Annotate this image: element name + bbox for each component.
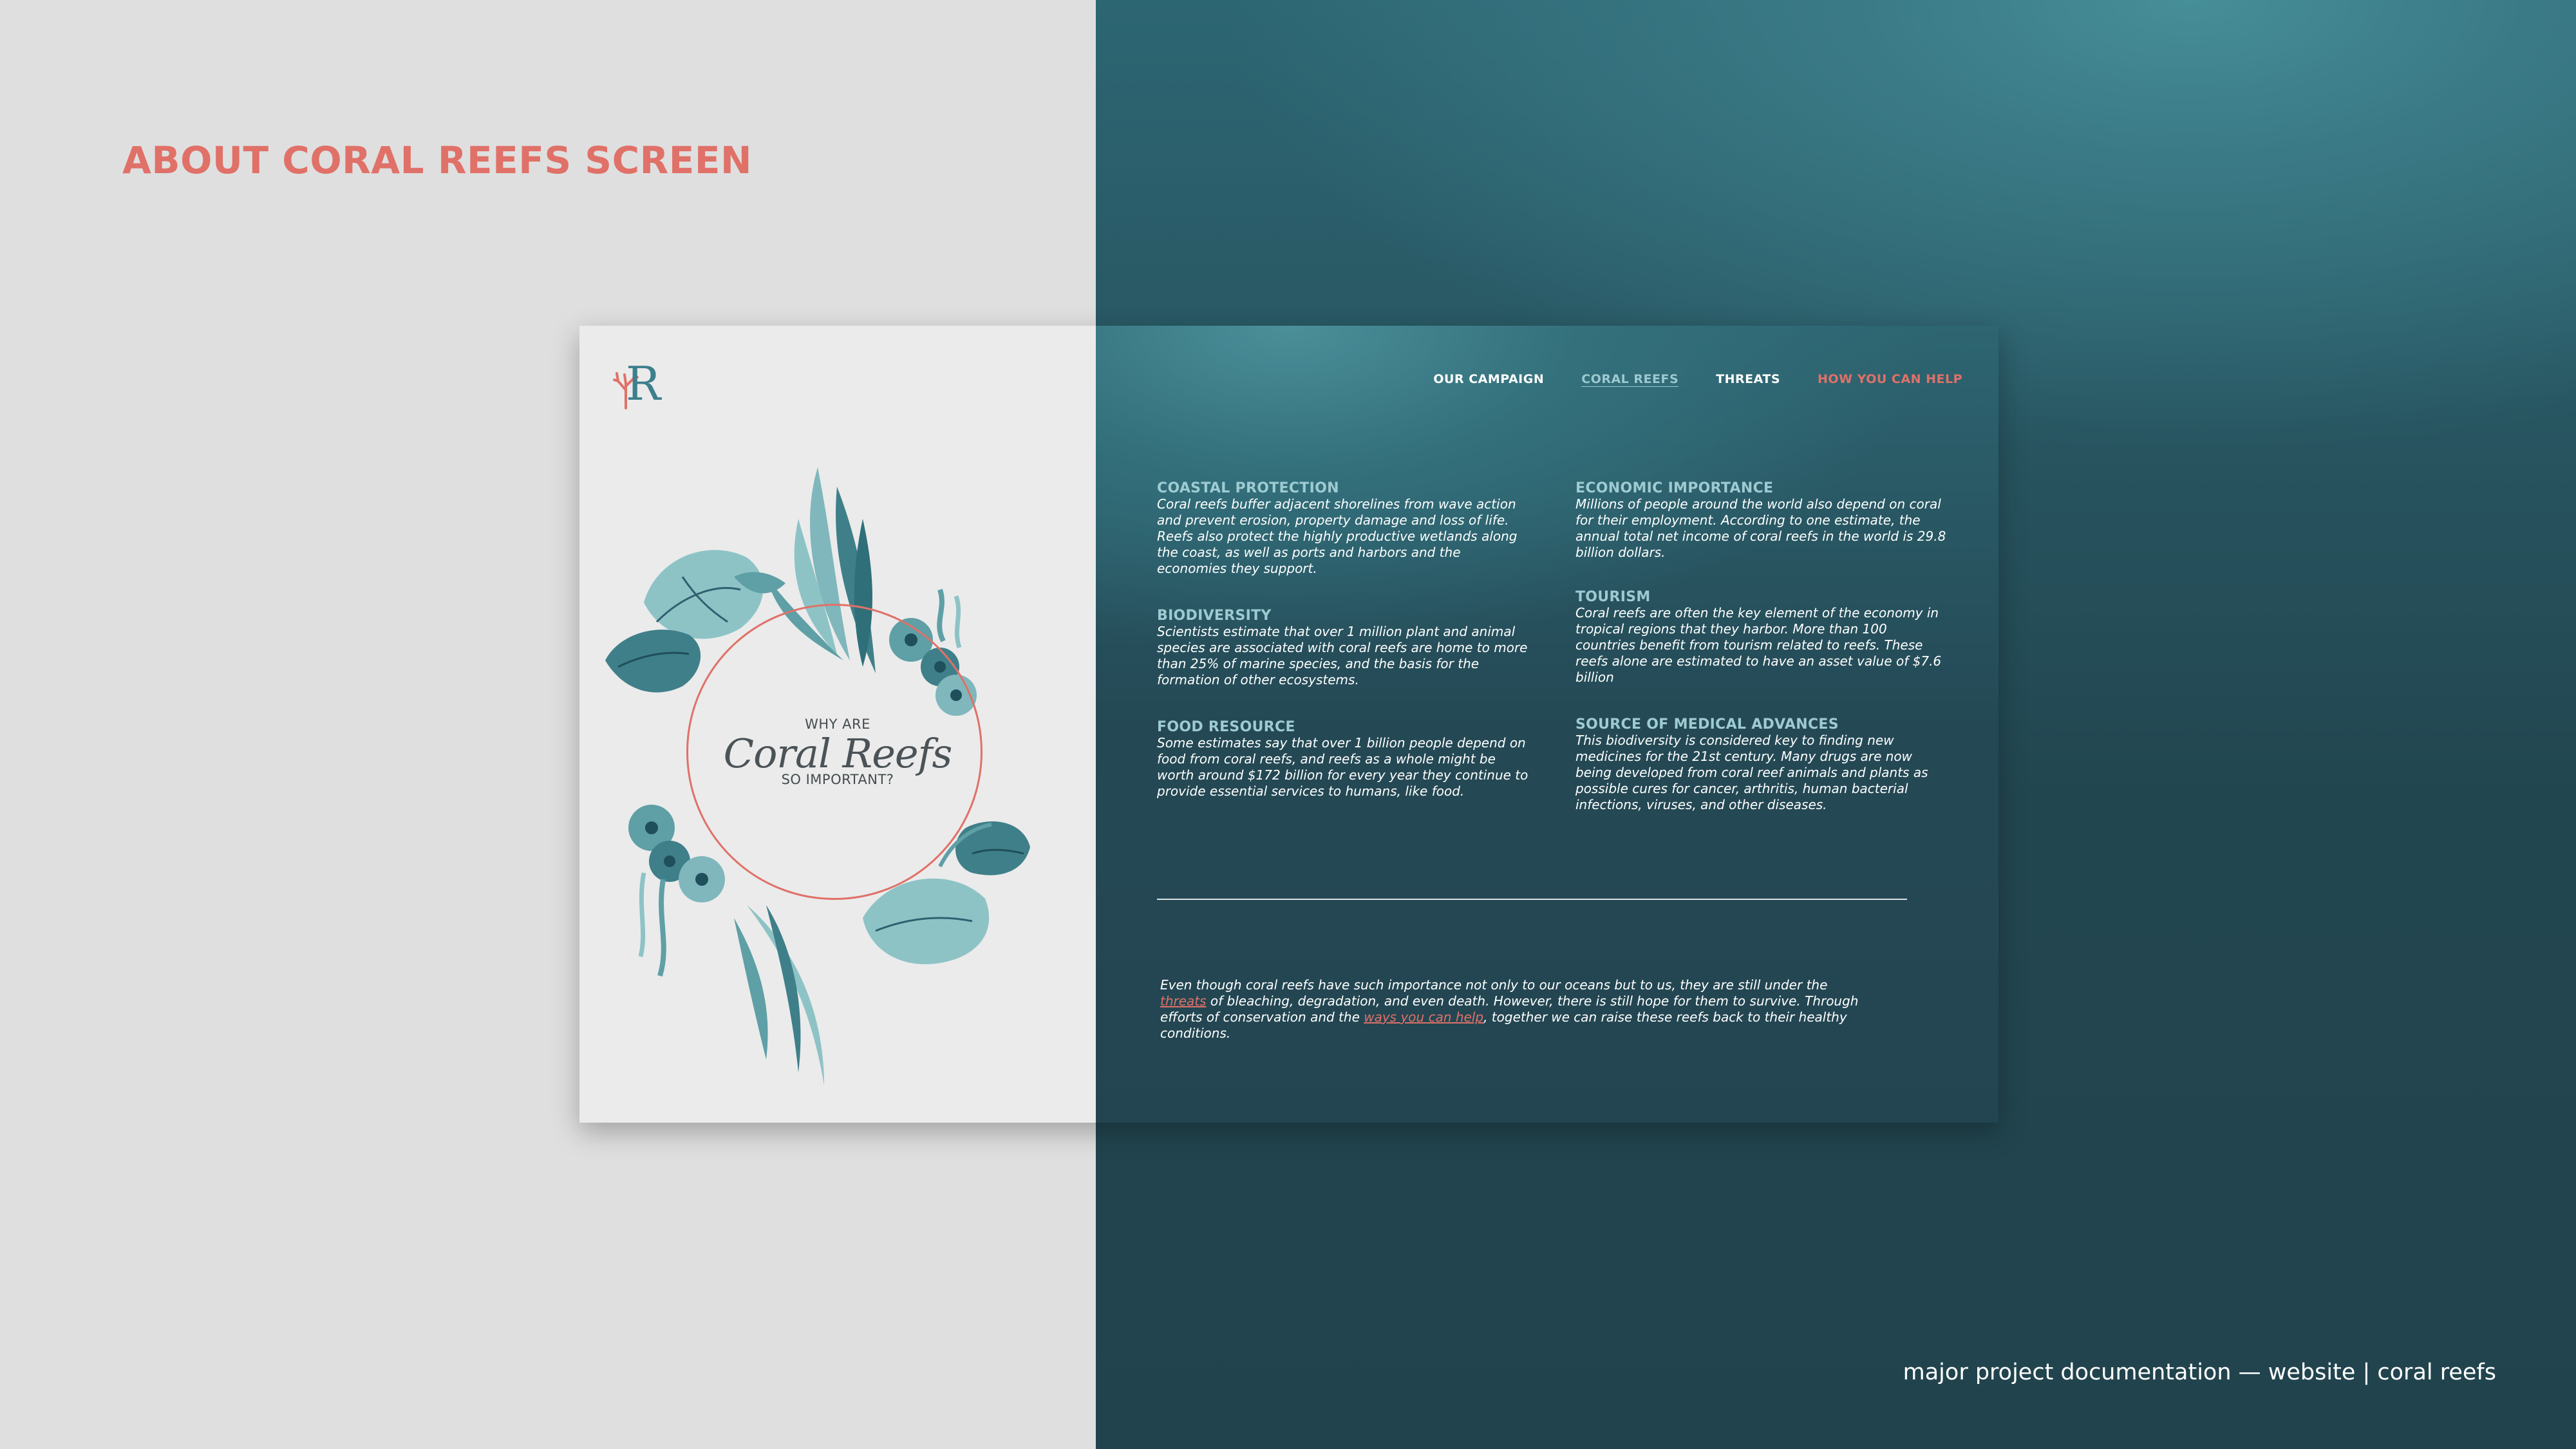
ways-you-can-help-link[interactable]: ways you can help	[1364, 1009, 1483, 1025]
nav-our-campaign[interactable]: OUR CAMPAIGN	[1433, 372, 1544, 386]
site-logo[interactable]: R	[612, 357, 663, 411]
section-body: Coral reefs are often the key element of…	[1575, 605, 1942, 685]
section-body: Coral reefs buffer adjacent shorelines f…	[1157, 496, 1518, 576]
section-tourism: TOURISM Coral reefs are often the key el…	[1575, 589, 1949, 686]
section-title: COASTAL PROTECTION	[1157, 480, 1339, 496]
hero-panel: R WHY ARE Coral Reefs SO IMPORTANT?	[579, 326, 1096, 1123]
section-body: Some estimates say that over 1 billion p…	[1157, 735, 1528, 799]
closing-paragraph: Even though coral reefs have such import…	[1160, 977, 1868, 1042]
section-title: ECONOMIC IMPORTANCE	[1575, 480, 1774, 496]
section-coastal-protection: COASTAL PROTECTION Coral reefs buffer ad…	[1157, 480, 1530, 577]
content-panel: OUR CAMPAIGN CORAL REEFS THREATS HOW YOU…	[1096, 326, 1998, 1123]
section-body: This biodiversity is considered key to f…	[1575, 733, 1928, 812]
section-body: Scientists estimate that over 1 million …	[1157, 624, 1528, 687]
section-biodiversity: BIODIVERSITY Scientists estimate that ov…	[1157, 608, 1530, 688]
logo-letter: R	[626, 357, 661, 411]
section-divider	[1157, 899, 1907, 900]
section-medical-advances: SOURCE OF MEDICAL ADVANCES This biodiver…	[1575, 716, 1949, 813]
sections-right: ECONOMIC IMPORTANCE Millions of people a…	[1575, 480, 1949, 844]
hero-subtitle: SO IMPORTANT?	[781, 772, 894, 787]
section-title: SOURCE OF MEDICAL ADVANCES	[1575, 716, 1839, 733]
footer-caption: major project documentation — website | …	[1903, 1360, 2496, 1385]
section-body: Millions of people around the world also…	[1575, 496, 1946, 560]
section-food-resource: FOOD RESOURCE Some estimates say that ov…	[1157, 719, 1530, 799]
section-title: BIODIVERSITY	[1157, 608, 1272, 624]
sections-left: COASTAL PROTECTION Coral reefs buffer ad…	[1157, 480, 1530, 830]
page-heading: ABOUT CORAL REEFS SCREEN	[122, 138, 753, 182]
nav-threats[interactable]: THREATS	[1716, 372, 1780, 386]
section-title: FOOD RESOURCE	[1157, 719, 1295, 735]
hero-title: Coral Reefs	[723, 730, 953, 777]
main-nav: OUR CAMPAIGN CORAL REEFS THREATS HOW YOU…	[1433, 372, 1962, 386]
closing-text: Even though coral reefs have such import…	[1160, 977, 1828, 993]
section-title: TOURISM	[1575, 589, 1651, 605]
website-mockup: R WHY ARE Coral Reefs SO IMPORTANT? OUR …	[579, 326, 1998, 1123]
nav-how-you-can-help[interactable]: HOW YOU CAN HELP	[1818, 372, 1962, 386]
threats-link[interactable]: threats	[1160, 993, 1207, 1009]
kelp-bottom	[734, 905, 824, 1085]
section-economic-importance: ECONOMIC IMPORTANCE Millions of people a…	[1575, 480, 1949, 561]
nav-coral-reefs[interactable]: CORAL REEFS	[1581, 372, 1678, 386]
